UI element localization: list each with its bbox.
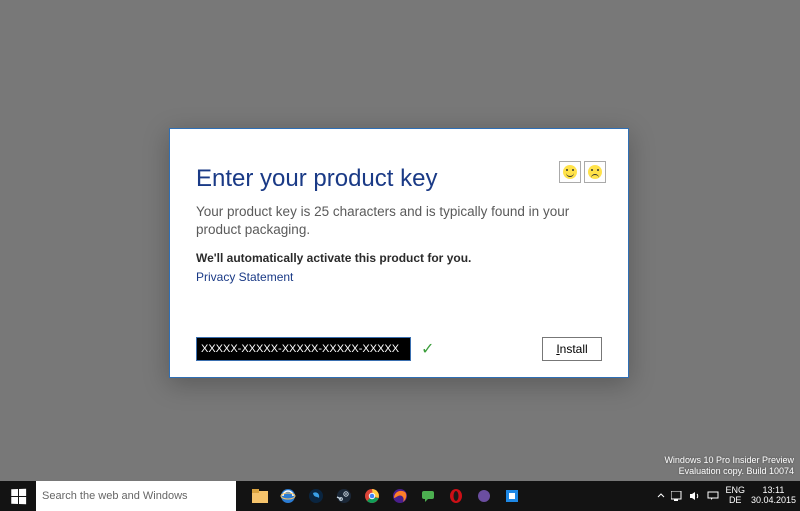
sad-face-icon — [588, 165, 602, 179]
input-row: ✓ Install — [196, 337, 602, 361]
desktop-watermark: Windows 10 Pro Insider Preview Evaluatio… — [664, 455, 794, 477]
dialog-title: Enter your product key — [196, 165, 602, 193]
dialog-titlebar — [170, 129, 628, 159]
feedback-sad-button[interactable] — [584, 161, 606, 183]
purple-circle-icon[interactable] — [474, 486, 494, 506]
clock-date: 30.04.2015 — [751, 496, 796, 506]
app-icon[interactable] — [502, 486, 522, 506]
watermark-line1: Windows 10 Pro Insider Preview — [664, 455, 794, 466]
dialog-subdescription: We'll automatically activate this produc… — [196, 251, 602, 265]
install-label-rest: nstall — [560, 342, 588, 356]
task-icons — [250, 481, 522, 511]
opera-icon[interactable] — [446, 486, 466, 506]
file-explorer-icon[interactable] — [250, 486, 270, 506]
install-button[interactable]: Install — [542, 337, 602, 361]
action-center-icon[interactable] — [707, 491, 719, 501]
windows-logo-icon — [11, 488, 26, 503]
clock[interactable]: 13:11 30.04.2015 — [751, 486, 796, 506]
taskbar: Search the web and Windows — [0, 481, 800, 511]
search-input[interactable]: Search the web and Windows — [36, 481, 236, 511]
chrome-icon[interactable] — [362, 486, 382, 506]
start-button[interactable] — [0, 481, 36, 511]
spartan-browser-icon[interactable] — [306, 486, 326, 506]
feedback-happy-button[interactable] — [559, 161, 581, 183]
language-indicator[interactable]: ENG DE — [725, 486, 745, 506]
network-icon[interactable] — [671, 491, 683, 501]
internet-explorer-icon[interactable] — [278, 486, 298, 506]
checkmark-icon: ✓ — [421, 339, 434, 359]
system-tray: ENG DE 13:11 30.04.2015 — [653, 481, 800, 511]
firefox-icon[interactable] — [390, 486, 410, 506]
lang-secondary: DE — [729, 496, 742, 506]
desktop-background: Enter your product key Your product key … — [0, 0, 800, 511]
product-key-input[interactable] — [196, 337, 411, 361]
dialog-description: Your product key is 25 characters and is… — [196, 203, 602, 239]
product-key-dialog: Enter your product key Your product key … — [169, 128, 629, 378]
watermark-line2: Evaluation copy. Build 10074 — [664, 466, 794, 477]
tray-chevron-up-icon[interactable] — [657, 492, 665, 500]
dialog-body: Enter your product key Your product key … — [170, 159, 628, 286]
feedback-icons — [559, 161, 606, 183]
volume-icon[interactable] — [689, 491, 701, 501]
happy-face-icon — [563, 165, 577, 179]
chat-icon[interactable] — [418, 486, 438, 506]
steam-icon[interactable] — [334, 486, 354, 506]
privacy-statement-link[interactable]: Privacy Statement — [196, 270, 293, 284]
